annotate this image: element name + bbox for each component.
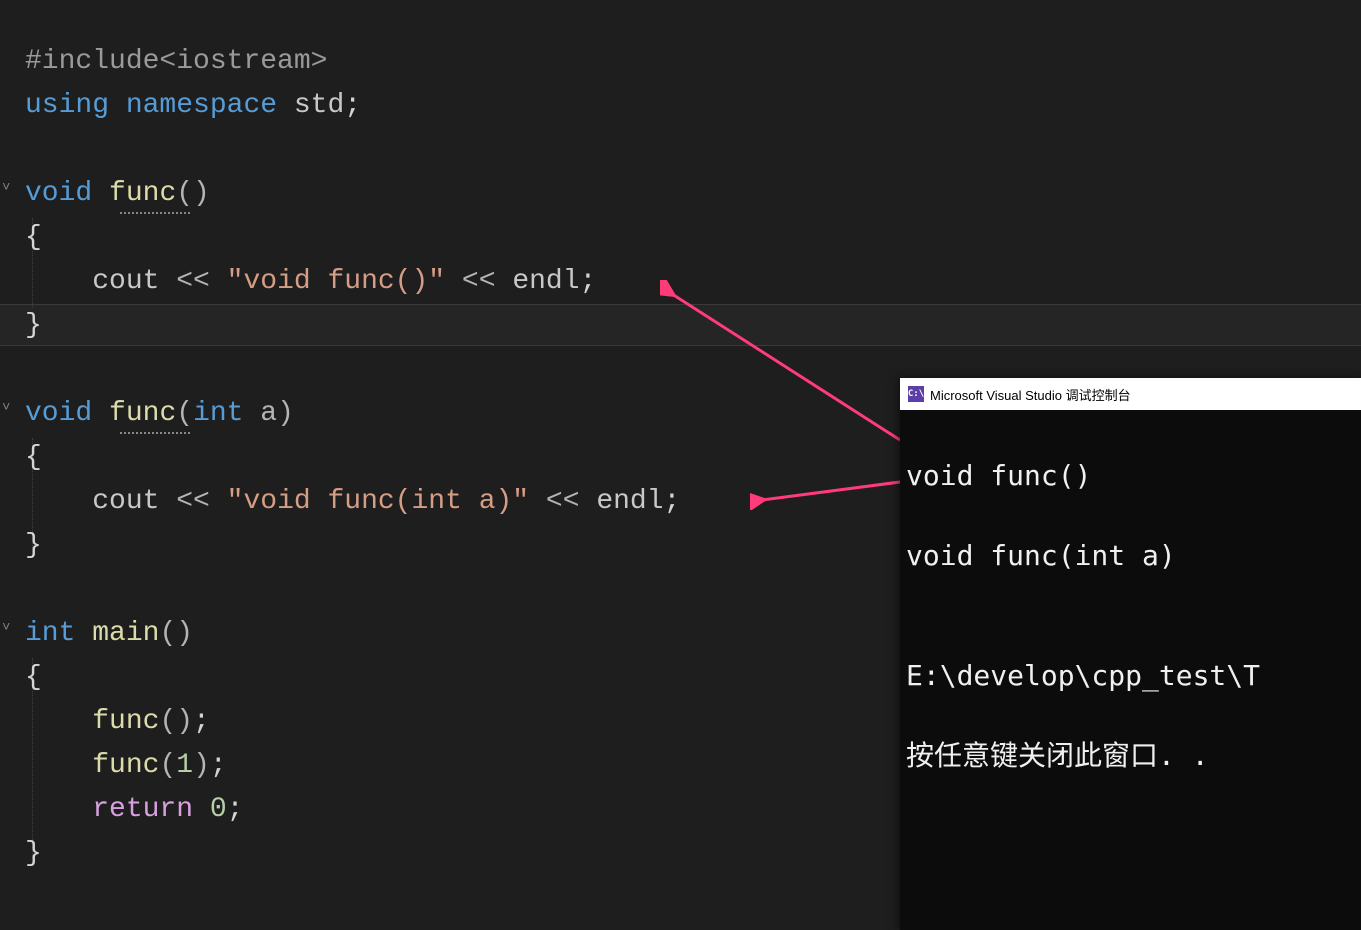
brace: { [25,222,42,253]
keyword-using: using [25,90,109,121]
identifier-cout: cout [92,266,159,297]
brace: } [25,530,42,561]
keyword-namespace: namespace [126,90,277,121]
function-name: func [109,178,176,209]
identifier-std: std [294,90,344,121]
function-name: main [92,618,159,649]
output-line: void func() [906,456,1355,496]
code-line: cout << "void func()" << endl; [25,260,1361,304]
console-icon: C:\ [908,386,924,402]
string-literal: "void func(int a)" [227,486,529,517]
console-output[interactable]: void func() void func(int a) E:\develop\… [900,410,1361,862]
function-name: func [109,398,176,429]
debug-console-window[interactable]: C:\ Microsoft Visual Studio 调试控制台 void f… [900,378,1361,930]
code-line [25,128,1361,172]
keyword-return: return [92,794,193,825]
keyword-void: void [25,398,92,429]
function-call: func [92,750,159,781]
preprocessor: #include [25,46,159,77]
identifier-cout: cout [92,486,159,517]
brace: } [25,310,42,341]
window-title: Microsoft Visual Studio 调试控制台 [930,385,1131,404]
string-literal: "void func()" [227,266,445,297]
param-name: a [260,398,277,429]
code-line: #include<iostream> [25,40,1361,84]
code-line: { [25,216,1361,260]
code-line: } [25,304,1361,348]
keyword-void: void [25,178,92,209]
number-literal: 1 [176,750,193,781]
parens: () [176,178,210,209]
parens: () [159,618,193,649]
header: <iostream> [159,46,327,77]
identifier-endl: endl [596,486,663,517]
brace: } [25,838,42,869]
output-line: 按任意键关闭此窗口. . [906,736,1355,776]
number-literal: 0 [210,794,227,825]
identifier-endl: endl [512,266,579,297]
window-titlebar[interactable]: C:\ Microsoft Visual Studio 调试控制台 [900,378,1361,410]
output-line: void func(int a) [906,536,1355,576]
function-call: func [92,706,159,737]
keyword-int: int [25,618,75,649]
output-line: E:\develop\cpp_test\T [906,656,1355,696]
keyword-int: int [193,398,243,429]
brace: { [25,662,42,693]
code-line: using namespace std; [25,84,1361,128]
brace: { [25,442,42,473]
code-line: void func() [25,172,1361,216]
